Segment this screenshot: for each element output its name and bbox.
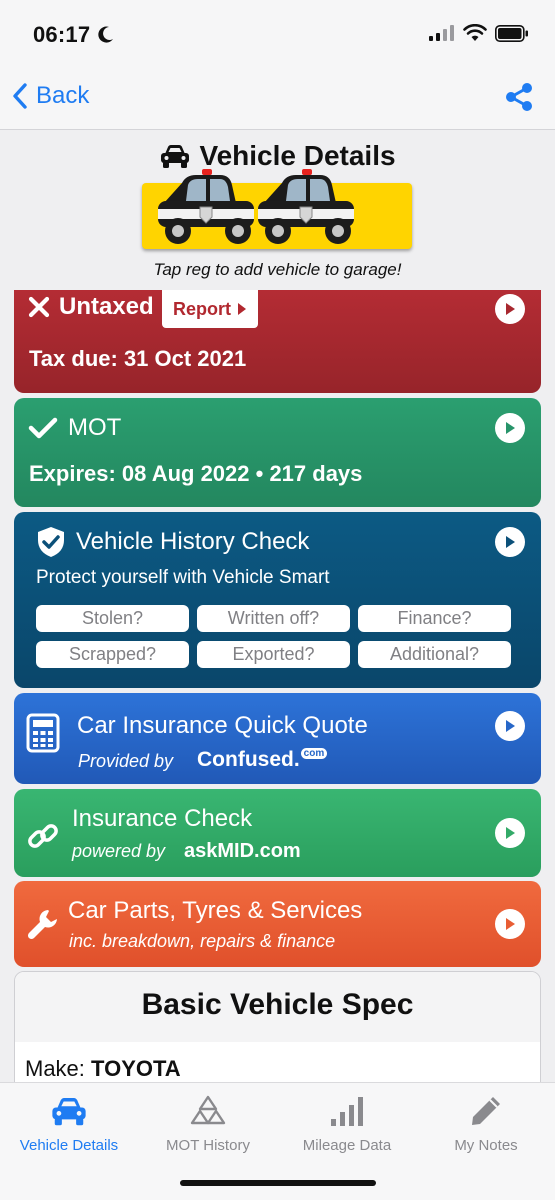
vehicle-history-card[interactable]: Vehicle History Check Protect yourself w… (14, 512, 541, 688)
car-parts-subtitle: inc. breakdown, repairs & finance (69, 931, 336, 951)
tab-label: Mileage Data (302, 1137, 392, 1154)
chevron-right-circle-icon (495, 294, 525, 324)
checkmark-icon (28, 417, 58, 439)
cross-icon (28, 296, 50, 318)
history-subtitle: Protect yourself with Vehicle Smart (36, 567, 330, 588)
mot-title: MOT (68, 414, 122, 441)
make-label: Make: (25, 1056, 85, 1081)
share-nodes-icon (506, 83, 532, 111)
chevron-right-circle-icon (495, 711, 525, 741)
confused-logo-text: Confused. (197, 748, 300, 771)
share-button[interactable] (505, 82, 533, 117)
chevron-right-circle-icon (495, 909, 525, 939)
shield-check-icon (38, 527, 64, 557)
check-pill-scrapped[interactable]: Scrapped? (36, 641, 189, 668)
signal-icon (429, 25, 454, 41)
askmid-logo: askMID.com (184, 840, 301, 862)
tab-mileage-data[interactable]: Mileage Data (278, 1091, 416, 1154)
tax-due: Tax due: 31 Oct 2021 (29, 346, 247, 371)
insurance-quote-title: Car Insurance Quick Quote (77, 712, 368, 739)
report-button[interactable]: Report (162, 290, 258, 328)
check-pill-exported[interactable]: Exported? (197, 641, 350, 668)
spec-row-make: Make: TOYOTA (25, 1056, 181, 1082)
confused-logo: Confused. com (197, 748, 328, 772)
check-pill-additional[interactable]: Additional? (358, 641, 511, 668)
car-icon (161, 145, 190, 168)
link-icon (28, 824, 58, 848)
tax-status-label: Untaxed (59, 293, 154, 320)
bar-chart-icon (331, 1097, 363, 1126)
wifi-icon (463, 24, 487, 41)
insurance-check-title: Insurance Check (72, 805, 253, 832)
tab-label: My Notes (454, 1137, 518, 1154)
chevron-right-circle-icon (495, 413, 525, 443)
status-indicators (429, 24, 529, 42)
powered-by-label: powered by (72, 841, 166, 861)
status-time: 06:17 (33, 22, 91, 47)
check-pill-stolen[interactable]: Stolen? (36, 605, 189, 632)
do-not-disturb-moon-icon (98, 26, 113, 43)
status-bar: 06:17 (0, 0, 555, 68)
confused-logo-suffix: com (300, 748, 328, 759)
back-button[interactable]: Back (12, 82, 89, 110)
police-cars-icon (158, 169, 354, 244)
calculator-icon (26, 713, 60, 753)
history-title: Vehicle History Check (76, 528, 310, 555)
page-title-text: Vehicle Details (199, 140, 396, 171)
report-label: Report (173, 298, 231, 319)
tab-mot-history[interactable]: MOT History (139, 1091, 277, 1154)
tab-label: MOT History (166, 1137, 250, 1154)
check-pill-finance[interactable]: Finance? (358, 605, 511, 632)
chevron-left-icon (13, 83, 27, 109)
make-value: TOYOTA (91, 1056, 181, 1081)
car-parts-card[interactable]: Car Parts, Tyres & Services inc. breakdo… (14, 881, 541, 967)
check-pill-written-off[interactable]: Written off? (197, 605, 350, 632)
battery-icon (495, 24, 528, 42)
car-icon (52, 1097, 86, 1126)
pencil-icon (472, 1097, 500, 1125)
tab-label: Vehicle Details (19, 1137, 119, 1154)
insurance-quote-card[interactable]: Car Insurance Quick Quote Provided by Co… (14, 693, 541, 784)
navigation-bar: Back (0, 68, 555, 130)
basic-spec-title: Basic Vehicle Spec (15, 972, 540, 1042)
page-title: Vehicle Details (0, 140, 555, 172)
mot-triangle-icon (190, 1095, 226, 1125)
provided-by-label: Provided by (78, 751, 174, 771)
triangle-right-icon (238, 303, 246, 315)
tab-vehicle-details[interactable]: Vehicle Details (0, 1091, 138, 1154)
chevron-right-circle-icon (495, 527, 525, 557)
chevron-right-circle-icon (495, 818, 525, 848)
home-indicator[interactable] (180, 1180, 376, 1186)
wrench-icon (27, 910, 57, 940)
insurance-check-card[interactable]: Insurance Check powered by askMID.com (14, 789, 541, 877)
mot-card[interactable]: MOT Expires: 08 Aug 2022 • 217 days (14, 398, 541, 507)
mot-expiry: Expires: 08 Aug 2022 • 217 days (29, 461, 363, 486)
tab-my-notes[interactable]: My Notes (417, 1091, 555, 1154)
car-parts-title: Car Parts, Tyres & Services (68, 897, 363, 924)
tax-status-card[interactable]: Untaxed Report Tax due: 31 Oct 2021 (14, 290, 541, 393)
back-label: Back (36, 82, 90, 109)
registration-plate[interactable] (142, 169, 412, 249)
garage-hint: Tap reg to add vehicle to garage! (153, 260, 402, 279)
